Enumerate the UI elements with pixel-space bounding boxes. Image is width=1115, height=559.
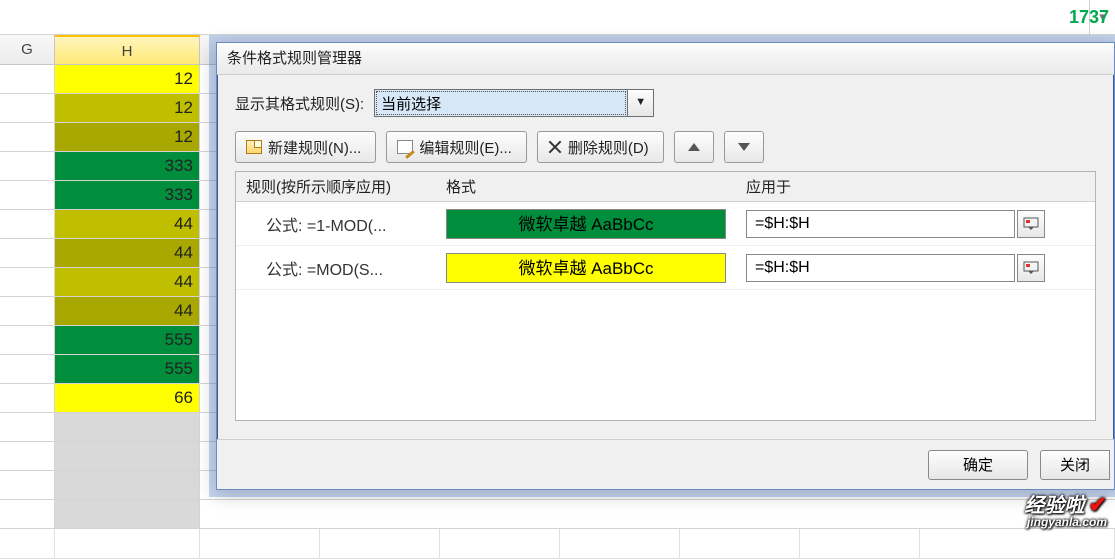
- header-format: 格式: [436, 176, 736, 197]
- conditional-formatting-rules-manager: 条件格式规则管理器 显示其格式规则(S): ▼ 新建规则(N)... 编辑规则(…: [216, 42, 1115, 490]
- rule-format-cell: 微软卓越 AaBbCc: [440, 209, 740, 239]
- arrow-down-icon: [738, 143, 750, 151]
- cell-h[interactable]: 555: [55, 326, 200, 355]
- show-rules-label: 显示其格式规则(S):: [235, 93, 364, 114]
- cell-h[interactable]: [55, 442, 200, 471]
- dialog-footer: 确定 关闭: [217, 439, 1114, 489]
- cell-h[interactable]: 44: [55, 268, 200, 297]
- applies-to-cell: [740, 210, 1051, 238]
- col-header-g[interactable]: G: [0, 35, 55, 64]
- watermark: 经验啦 ✔ jingyanla.com: [1024, 494, 1107, 528]
- cell-g[interactable]: [0, 413, 55, 442]
- scope-combo[interactable]: ▼: [374, 89, 654, 117]
- cell-g[interactable]: [0, 355, 55, 384]
- rules-table: 规则(按所示顺序应用) 格式 应用于 公式: =1-MOD(...微软卓越 Aa…: [235, 171, 1096, 421]
- cell-h[interactable]: 44: [55, 239, 200, 268]
- ok-button[interactable]: 确定: [928, 450, 1028, 480]
- delete-icon: [548, 140, 562, 154]
- watermark-text: 经验啦: [1024, 495, 1084, 517]
- cell-g[interactable]: [0, 239, 55, 268]
- cell-g[interactable]: [0, 500, 55, 529]
- cell-rest[interactable]: [200, 500, 1115, 529]
- scope-value[interactable]: [374, 89, 628, 117]
- rule-row[interactable]: 公式: =MOD(S...微软卓越 AaBbCc: [236, 246, 1095, 290]
- cell-g[interactable]: [0, 384, 55, 413]
- chevron-down-icon[interactable]: ▼: [628, 89, 654, 117]
- edit-rule-label: 编辑规则(E)...: [419, 137, 512, 158]
- cell-h[interactable]: [55, 413, 200, 442]
- col-header-h[interactable]: H: [55, 35, 200, 64]
- cell-g[interactable]: [0, 65, 55, 94]
- cell-g[interactable]: [0, 268, 55, 297]
- delete-rule-label: 删除规则(D): [568, 137, 649, 158]
- range-selector-icon[interactable]: [1017, 254, 1045, 282]
- preview-value: 1737: [1025, 7, 1115, 28]
- rules-table-header: 规则(按所示顺序应用) 格式 应用于: [236, 172, 1095, 202]
- close-button[interactable]: 关闭: [1040, 450, 1110, 480]
- cell-g[interactable]: [0, 471, 55, 500]
- applies-to-input[interactable]: [746, 254, 1015, 282]
- cell-g[interactable]: [0, 297, 55, 326]
- watermark-url: jingyanla.com: [1024, 516, 1107, 528]
- move-down-button[interactable]: [724, 131, 764, 163]
- cell-h[interactable]: 44: [55, 297, 200, 326]
- cell-g[interactable]: [0, 326, 55, 355]
- cell-h[interactable]: 333: [55, 181, 200, 210]
- checkmark-icon: ✔: [1089, 492, 1107, 517]
- range-selector-icon[interactable]: [1017, 210, 1045, 238]
- cell-g[interactable]: [0, 181, 55, 210]
- cell-h[interactable]: 12: [55, 123, 200, 152]
- cell-g[interactable]: [0, 442, 55, 471]
- cell-g[interactable]: [0, 152, 55, 181]
- cell-h[interactable]: 12: [55, 94, 200, 123]
- delete-rule-button[interactable]: 删除规则(D): [537, 131, 664, 163]
- rule-format-cell: 微软卓越 AaBbCc: [440, 253, 740, 283]
- new-icon: [246, 140, 262, 154]
- formula-bar: ▾ 1737: [0, 0, 1115, 35]
- cell-h[interactable]: 44: [55, 210, 200, 239]
- format-preview: 微软卓越 AaBbCc: [446, 253, 726, 283]
- new-rule-button[interactable]: 新建规则(N)...: [235, 131, 376, 163]
- dialog-title: 条件格式规则管理器: [217, 43, 1114, 75]
- applies-to-input[interactable]: [746, 210, 1015, 238]
- cell-g[interactable]: [0, 210, 55, 239]
- edit-rule-button[interactable]: 编辑规则(E)...: [386, 131, 527, 163]
- cell-h[interactable]: 555: [55, 355, 200, 384]
- applies-to-cell: [740, 254, 1051, 282]
- header-rule: 规则(按所示顺序应用): [236, 176, 436, 197]
- edit-icon: [397, 140, 413, 154]
- formula-input-area[interactable]: [0, 0, 1090, 34]
- cell-h[interactable]: 66: [55, 384, 200, 413]
- header-apply: 应用于: [736, 176, 1055, 197]
- cell-g[interactable]: [0, 94, 55, 123]
- cell-h[interactable]: 12: [55, 65, 200, 94]
- cell-h[interactable]: [55, 500, 200, 529]
- move-up-button[interactable]: [674, 131, 714, 163]
- cell-h[interactable]: 333: [55, 152, 200, 181]
- cell-h[interactable]: [55, 471, 200, 500]
- rules-toolbar: 新建规则(N)... 编辑规则(E)... 删除规则(D): [235, 131, 1096, 163]
- arrow-up-icon: [688, 143, 700, 151]
- rule-formula: 公式: =MOD(S...: [240, 256, 440, 280]
- rule-row[interactable]: 公式: =1-MOD(...微软卓越 AaBbCc: [236, 202, 1095, 246]
- rule-formula: 公式: =1-MOD(...: [240, 212, 440, 236]
- grid-row: [0, 500, 1115, 529]
- format-preview: 微软卓越 AaBbCc: [446, 209, 726, 239]
- cell-g[interactable]: [0, 123, 55, 152]
- new-rule-label: 新建规则(N)...: [268, 137, 361, 158]
